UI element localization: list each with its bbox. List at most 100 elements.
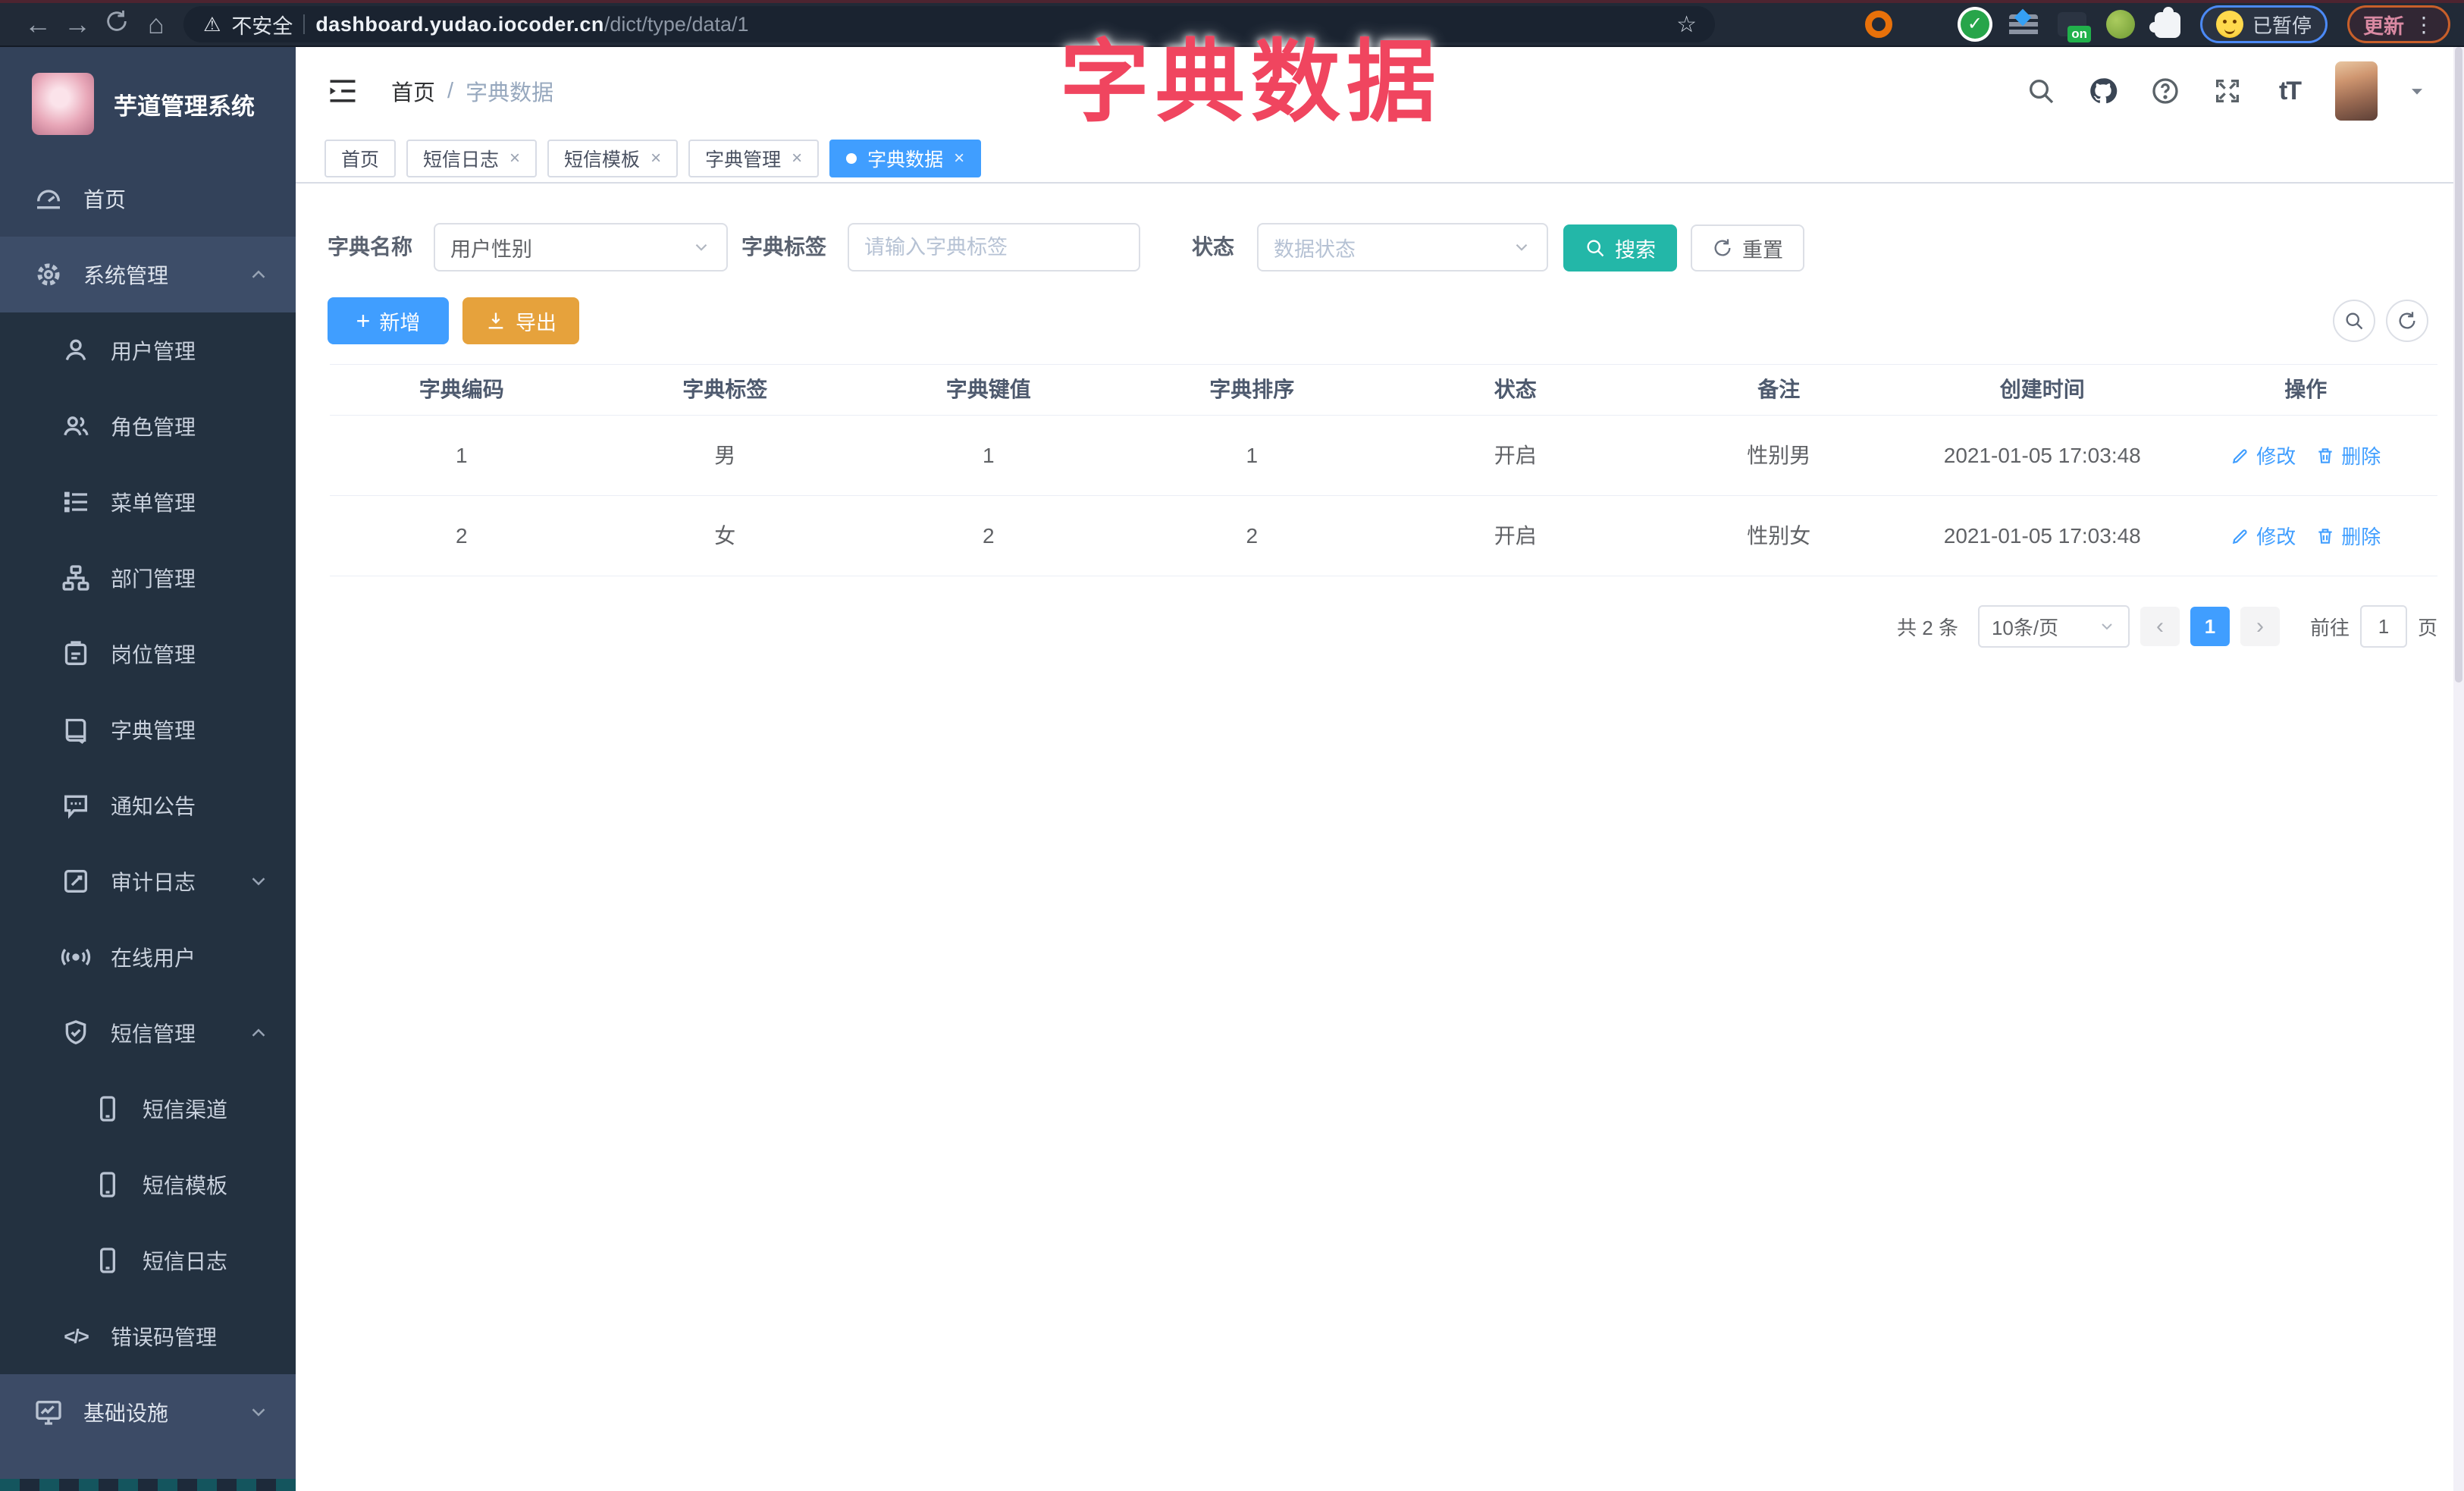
cell-status: 开启 — [1494, 444, 1537, 467]
status-select[interactable]: 数据状态 — [1257, 223, 1548, 272]
sidebar-item-role-mgmt[interactable]: 角色管理 — [0, 388, 296, 464]
col-created: 创建时间 — [1999, 378, 2085, 401]
sidebar-item-infra[interactable]: 基础设施 — [0, 1374, 296, 1450]
sidebar-item-home[interactable]: 首页 — [0, 161, 296, 237]
tab-home[interactable]: 首页 — [324, 140, 397, 177]
extensions-puzzle-icon[interactable] — [2149, 7, 2180, 38]
tab-dict-data[interactable]: 字典数据 × — [829, 140, 982, 177]
address-bar[interactable]: ⚠ 不安全 dashboard.yudao.iocoder.cn/dict/ty… — [183, 6, 1715, 42]
sidebar-item-dept-mgmt[interactable]: 部门管理 — [0, 540, 296, 616]
sidebar-item-label: 在线用户 — [111, 946, 196, 970]
browser-forward-icon[interactable]: → — [58, 8, 97, 40]
user-avatar[interactable] — [2335, 61, 2378, 121]
breadcrumb-home[interactable]: 首页 — [391, 75, 435, 107]
delete-link[interactable]: 删除 — [2315, 441, 2381, 469]
close-icon[interactable]: × — [650, 148, 661, 169]
breadcrumb-current: 字典数据 — [466, 81, 554, 105]
browser-back-icon[interactable]: ← — [18, 8, 58, 40]
tab-sms-log[interactable]: 短信日志 × — [406, 140, 538, 177]
add-button[interactable]: + 新增 — [328, 297, 449, 344]
toggle-search-button[interactable] — [2333, 300, 2375, 342]
scrollbar-thumb[interactable] — [2455, 47, 2462, 683]
dict-tag-input[interactable] — [848, 223, 1140, 272]
goto-page-input[interactable] — [2359, 605, 2407, 648]
fullscreen-icon[interactable] — [2211, 74, 2244, 108]
cell-code: 1 — [455, 444, 468, 467]
refresh-table-button[interactable] — [2386, 300, 2428, 342]
url-divider — [303, 14, 306, 34]
extension-gem-icon[interactable] — [1912, 10, 1941, 39]
audit-log-icon — [59, 865, 92, 898]
tab-dict-mgmt[interactable]: 字典管理 × — [688, 140, 820, 177]
browser-home-icon[interactable]: ⌂ — [136, 8, 176, 40]
extension-orange-icon[interactable] — [1864, 11, 1892, 38]
browser-profile-chip[interactable]: 已暂停 — [2199, 5, 2328, 43]
sidebar-item-post-mgmt[interactable]: 岗位管理 — [0, 616, 296, 692]
bookmark-star-icon[interactable]: ☆ — [1676, 11, 1697, 38]
help-icon[interactable] — [2149, 74, 2182, 108]
app-logo-row[interactable]: 芋道管理系统 — [0, 47, 296, 161]
edit-link[interactable]: 修改 — [2230, 522, 2296, 550]
next-page-button[interactable]: › — [2240, 607, 2280, 646]
sidebar-item-online-users[interactable]: 在线用户 — [0, 919, 296, 995]
cell-value: 2 — [982, 524, 995, 548]
sidebar-item-system-mgmt[interactable]: 系统管理 — [0, 237, 296, 312]
prev-page-button[interactable]: ‹ — [2140, 607, 2180, 646]
vertical-scrollbar[interactable] — [2453, 47, 2464, 1491]
trash-icon — [2318, 447, 2332, 463]
sidebar-item-audit-log[interactable]: 审计日志 — [0, 843, 296, 919]
users-icon — [59, 410, 92, 443]
sidebar-item-label: 字典管理 — [111, 719, 196, 742]
col-dict-label: 字典标签 — [682, 378, 768, 401]
breadcrumb: 首页 / 字典数据 — [391, 75, 553, 107]
breadcrumb-separator: / — [447, 78, 454, 103]
reset-button[interactable]: 重置 — [1691, 224, 1804, 272]
sidebar-item-sms-mgmt[interactable]: 短信管理 — [0, 995, 296, 1071]
sidebar-item-label: 角色管理 — [111, 416, 196, 439]
avatar-caret-down-icon[interactable] — [2406, 80, 2428, 102]
font-size-icon[interactable]: tT — [2273, 74, 2306, 108]
col-actions: 操作 — [2284, 378, 2328, 401]
org-tree-icon — [59, 561, 92, 595]
sidebar-item-user-mgmt[interactable]: 用户管理 — [0, 312, 296, 388]
dashboard-icon — [32, 182, 65, 215]
sidebar-item-sms-channel[interactable]: 短信渠道 — [0, 1071, 296, 1147]
sidebar-horizontal-scrollbar[interactable] — [0, 1479, 296, 1491]
close-icon[interactable]: × — [954, 148, 964, 169]
current-page-button[interactable]: 1 — [2190, 607, 2230, 646]
sidebar-item-menu-mgmt[interactable]: 菜单管理 — [0, 464, 296, 540]
sidebar-item-label: 部门管理 — [111, 567, 196, 591]
refresh-icon — [2399, 312, 2415, 329]
sidebar-toggle-icon[interactable] — [326, 74, 359, 108]
search-icon[interactable] — [2024, 74, 2058, 108]
sidebar-item-error-code[interactable]: </> 错误码管理 — [0, 1298, 296, 1374]
extension-check-icon[interactable]: ✓ — [1960, 10, 1989, 39]
sidebar-item-sms-template[interactable]: 短信模板 — [0, 1147, 296, 1223]
close-icon[interactable]: × — [792, 148, 802, 169]
export-button[interactable]: 导出 — [462, 297, 579, 344]
browser-reload-icon[interactable] — [97, 8, 136, 41]
extension-leaf-icon[interactable] — [2105, 10, 2135, 39]
sidebar-item-label: 岗位管理 — [111, 643, 196, 667]
extension-sliders-icon[interactable] — [2008, 8, 2038, 37]
search-button[interactable]: 搜索 — [1563, 224, 1677, 272]
extension-on-badge-icon[interactable]: on — [2057, 12, 2091, 42]
tab-sms-template[interactable]: 短信模板 × — [547, 140, 679, 177]
browser-menu-kebab-icon[interactable]: ⋮ — [2413, 12, 2434, 37]
edit-link[interactable]: 修改 — [2230, 441, 2296, 469]
sidebar-item-dict-mgmt[interactable]: 字典管理 — [0, 692, 296, 767]
cell-value: 1 — [982, 444, 995, 467]
github-icon[interactable] — [2086, 74, 2120, 108]
delete-link[interactable]: 删除 — [2315, 522, 2381, 550]
browser-update-button[interactable]: 更新 ⋮ — [2347, 5, 2450, 43]
cell-remark: 性别男 — [1747, 444, 1811, 467]
security-warning-icon[interactable]: ⚠ — [203, 13, 221, 36]
sidebar-item-label: 基础设施 — [83, 1402, 169, 1425]
dict-name-select[interactable]: 用户性别 — [434, 223, 728, 272]
page-size-select[interactable]: 10条/页 — [1977, 605, 2130, 648]
sidebar-item-notice[interactable]: 通知公告 — [0, 767, 296, 843]
close-icon[interactable]: × — [509, 148, 520, 169]
table-header-row: 字典编码 字典标签 字典键值 字典排序 状态 备注 创建时间 操作 — [330, 365, 2437, 416]
dict-name-label: 字典名称 — [328, 235, 413, 259]
sidebar-item-sms-log[interactable]: 短信日志 — [0, 1223, 296, 1298]
